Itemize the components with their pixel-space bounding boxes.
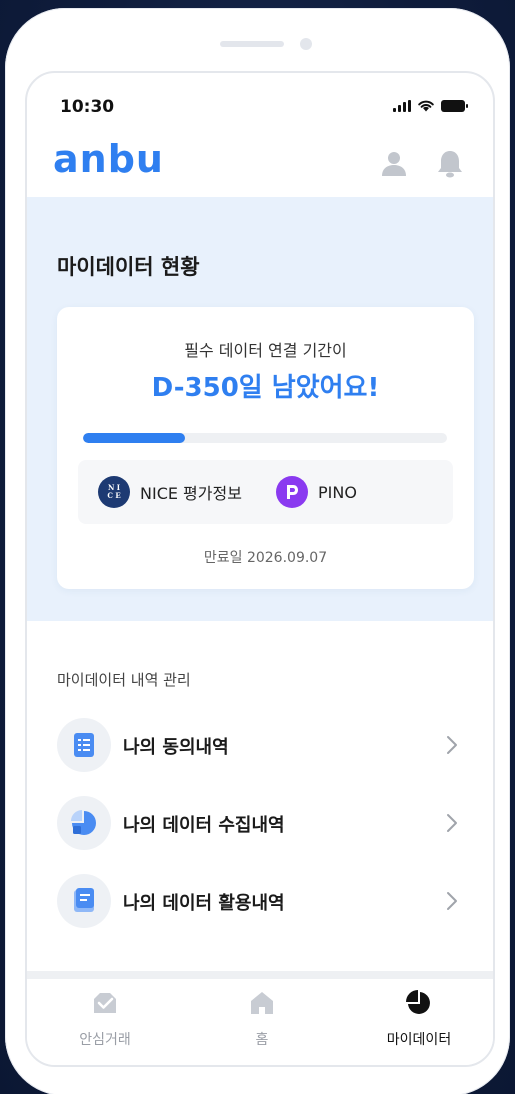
- brand-logo[interactable]: anbu: [53, 137, 164, 181]
- partner-name: NICE 평가정보: [140, 484, 242, 503]
- section-title: 마이데이터 현황: [57, 255, 200, 279]
- tab-mydata[interactable]: 마이데이터: [341, 989, 493, 1059]
- progress-bar: [83, 433, 447, 443]
- status-card: 필수 데이터 연결 기간이 D-350일 남았어요! N IC E NICE 평…: [57, 307, 474, 589]
- tab-label: 마이데이터: [386, 1032, 452, 1048]
- signal-icon: [393, 99, 411, 112]
- menu-label: 나의 동의내역: [123, 737, 229, 758]
- app-screen: 10:30 anbu 마이데이터 현황 필수 데이터 연결 기간이 D-350일…: [25, 71, 495, 1067]
- user-icon[interactable]: [379, 149, 409, 179]
- expiry-date: 만료일 2026.09.07: [203, 550, 328, 566]
- tab-label: 안심거래: [79, 1032, 131, 1048]
- document-list-icon: [57, 718, 111, 772]
- menu-item-usage-history[interactable]: 나의 데이터 활용내역: [27, 869, 493, 933]
- menu-label: 나의 데이터 수집내역: [123, 815, 285, 836]
- pino-logo-icon: [276, 476, 308, 508]
- phone-camera: [300, 38, 312, 50]
- bottom-tab-bar: 안심거래 홈 마이데이터: [27, 979, 493, 1065]
- partner-name: PINO: [318, 482, 357, 502]
- chevron-right-icon: [447, 736, 457, 754]
- pie-chart-icon: [406, 990, 430, 1014]
- chevron-right-icon: [447, 814, 457, 832]
- status-bar: 10:30: [27, 73, 493, 131]
- partner-pino: PINO: [276, 476, 357, 508]
- check-shield-icon: [94, 993, 116, 1013]
- d-day-headline: D-350일 남았어요!: [151, 373, 380, 403]
- chevron-right-icon: [447, 892, 457, 910]
- wifi-icon: [418, 100, 434, 112]
- management-title: 마이데이터 내역 관리: [57, 671, 191, 689]
- mydata-status-section: 마이데이터 현황 필수 데이터 연결 기간이 D-350일 남았어요! N IC…: [27, 197, 493, 621]
- tab-safe-trade[interactable]: 안심거래: [27, 989, 183, 1059]
- app-header: anbu: [27, 131, 493, 197]
- battery-icon: [441, 99, 468, 112]
- status-time: 10:30: [60, 97, 115, 117]
- home-icon: [251, 992, 273, 1014]
- tab-home[interactable]: 홈: [184, 989, 340, 1059]
- partner-nice: N IC E NICE 평가정보: [98, 476, 242, 508]
- menu-item-consent-history[interactable]: 나의 동의내역: [27, 713, 493, 777]
- nice-logo-icon: N IC E: [98, 476, 130, 508]
- section-divider: [27, 971, 493, 979]
- menu-label: 나의 데이터 활용내역: [123, 893, 285, 914]
- progress-fill: [83, 433, 185, 443]
- pie-chart-icon: [57, 796, 111, 850]
- status-icons: [393, 99, 468, 112]
- bell-icon[interactable]: [435, 149, 465, 179]
- tab-label: 홈: [255, 1032, 269, 1048]
- partner-list: N IC E NICE 평가정보 PINO: [78, 460, 453, 524]
- phone-frame: 10:30 anbu 마이데이터 현황 필수 데이터 연결 기간이 D-350일…: [5, 8, 510, 1094]
- menu-item-collection-history[interactable]: 나의 데이터 수집내역: [27, 791, 493, 855]
- mydata-management-section: 마이데이터 내역 관리 나의 동의내역 나의 데이터 수집내역 나의 데이터 활…: [27, 621, 493, 971]
- card-subtitle: 필수 데이터 연결 기간이: [184, 341, 347, 360]
- phone-speaker: [220, 41, 284, 47]
- document-icon: [57, 874, 111, 928]
